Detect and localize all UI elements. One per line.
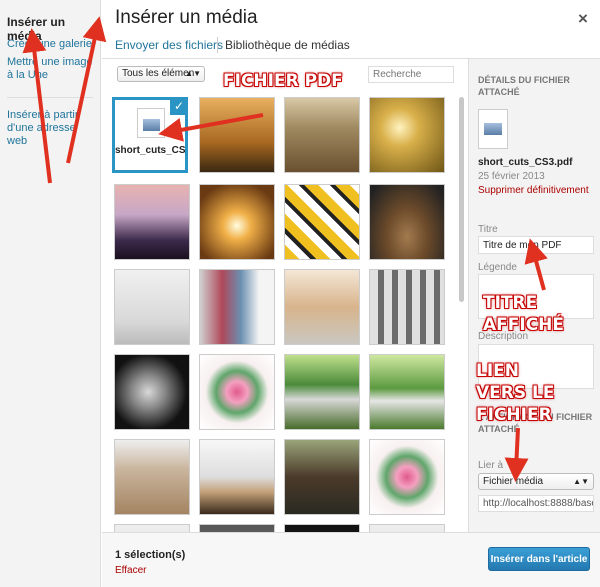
attachment-thumbnail[interactable] xyxy=(114,269,190,345)
attachment-thumbnail[interactable] xyxy=(369,184,445,260)
attachment-thumbnail[interactable] xyxy=(369,269,445,345)
check-icon[interactable]: ✓ xyxy=(170,100,185,115)
grid-scrollbar[interactable] xyxy=(459,97,464,302)
media-side-menu: Insérer un média Créer une galerie Mettr… xyxy=(0,0,101,587)
attachment-thumbnail[interactable] xyxy=(369,354,445,430)
attachment-thumbnail[interactable] xyxy=(199,269,275,345)
details-header: DÉTAILS DU FICHIER ATTACHÉ xyxy=(478,75,570,97)
attachment-thumbnail[interactable] xyxy=(284,354,360,430)
attachment-thumbnail[interactable] xyxy=(114,354,190,430)
selection-count: 1 sélection(s) xyxy=(115,549,186,561)
clear-selection-link[interactable]: Effacer xyxy=(115,565,147,576)
details-date: 25 février 2013 xyxy=(478,171,545,182)
search-input[interactable] xyxy=(368,66,454,83)
attachment-thumbnail[interactable] xyxy=(199,354,275,430)
annotation-pdf-file: FICHIER PDF xyxy=(223,71,343,91)
menu-item-featured-image[interactable]: Mettre une image à la Une xyxy=(7,56,97,82)
modal-title: Insérer un média xyxy=(115,7,258,28)
link-url-field[interactable]: http://localhost:8888/base- xyxy=(478,495,594,512)
insert-into-post-button[interactable]: Insérer dans l'article xyxy=(488,547,590,571)
link-to-label: Lier à xyxy=(478,460,504,471)
menu-item-insert-from-url[interactable]: Insérer à partir d'une adresse web xyxy=(7,109,97,148)
details-filename: short_cuts_CS3.pdf xyxy=(478,157,573,168)
tab-media-library[interactable]: Bibliothèque de médias xyxy=(225,38,350,52)
media-type-filter[interactable]: Tous les élémen ▲▼ xyxy=(117,66,205,82)
attachment-filename: short_cuts_CS3.pdf xyxy=(115,145,186,156)
annotation-title-displayed: TITRE AFFICHÉ xyxy=(483,293,565,335)
attachment-thumbnail[interactable] xyxy=(284,269,360,345)
attachment-thumbnail[interactable] xyxy=(199,184,275,260)
filter-value: Tous les élémen xyxy=(122,68,195,79)
select-arrows-icon: ▲▼ xyxy=(573,477,589,486)
annotation-link-to-file: LIEN VERS LE FICHIER xyxy=(476,361,555,425)
attachment-thumbnail[interactable] xyxy=(284,184,360,260)
media-browser: Tous les élémen ▲▼ short_cuts_CS3.pdf ✓ xyxy=(102,59,468,532)
attachment-thumbnail[interactable] xyxy=(114,524,190,532)
attachment-thumbnail[interactable] xyxy=(369,524,445,532)
caption-label: Légende xyxy=(478,262,517,273)
attachment-thumbnail[interactable] xyxy=(284,524,360,532)
attachment-thumbnail[interactable] xyxy=(199,524,275,532)
attachment-selected-pdf[interactable]: short_cuts_CS3.pdf ✓ xyxy=(112,97,188,173)
tab-divider xyxy=(217,37,218,53)
title-label: Titre xyxy=(478,224,498,235)
attachment-thumbnail[interactable] xyxy=(199,97,275,173)
tab-upload-files[interactable]: Envoyer des fichiers xyxy=(115,38,223,52)
select-arrows-icon: ▲▼ xyxy=(185,69,201,78)
attachment-thumbnail[interactable] xyxy=(114,439,190,515)
modal-footer: 1 sélection(s) Effacer Insérer dans l'ar… xyxy=(102,532,600,587)
menu-divider xyxy=(7,97,93,98)
attachment-thumbnail[interactable] xyxy=(369,97,445,173)
title-field[interactable]: Titre de mon PDF xyxy=(478,236,594,254)
pdf-document-icon xyxy=(137,108,165,138)
link-to-select[interactable]: Fichier média ▲▼ xyxy=(478,473,594,490)
attachment-thumbnail[interactable] xyxy=(114,184,190,260)
attachment-thumbnail[interactable] xyxy=(369,439,445,515)
delete-permanently-link[interactable]: Supprimer définitivement xyxy=(478,185,589,196)
close-icon[interactable]: × xyxy=(578,9,588,29)
attachment-thumbnail[interactable] xyxy=(284,97,360,173)
attachment-thumbnail[interactable] xyxy=(284,439,360,515)
link-to-value: Fichier média xyxy=(483,476,544,487)
attachment-thumbnail[interactable] xyxy=(199,439,275,515)
menu-item-create-gallery[interactable]: Créer une galerie xyxy=(7,38,97,51)
pdf-document-icon xyxy=(478,109,508,149)
